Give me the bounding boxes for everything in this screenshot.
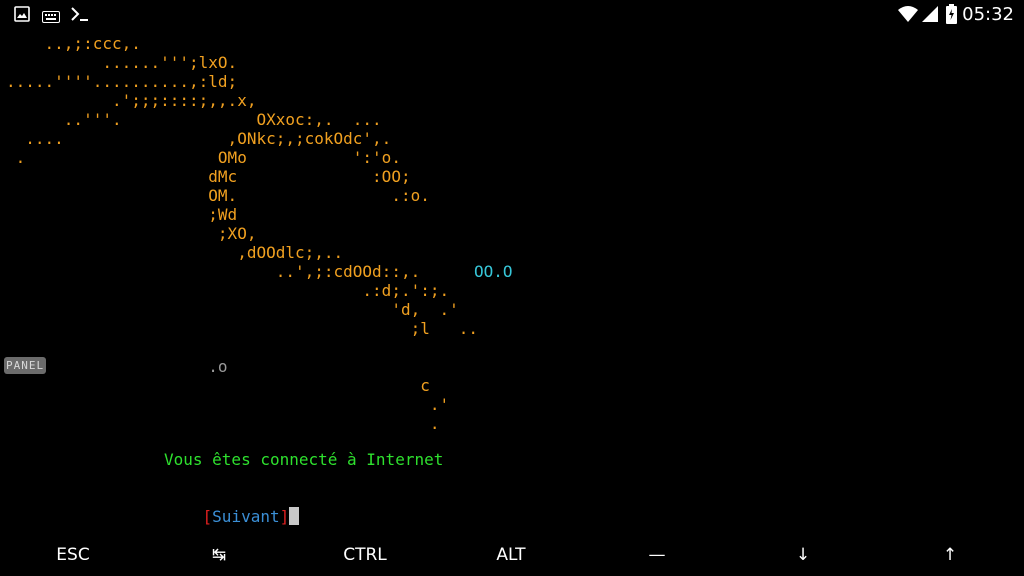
ascii-line: .:d;.':;.	[6, 281, 450, 300]
terminal-screen[interactable]: ..,;:ccc,. ......''';lxO. .....''''.....…	[0, 30, 1024, 535]
terminal-icon	[70, 5, 90, 27]
ascii-line: ..'''. OXxoc:,. ...	[6, 110, 382, 129]
signal-icon	[922, 6, 938, 26]
ascii-line: . OMo ':'o.	[6, 148, 401, 167]
ascii-line: ;l ..	[6, 319, 479, 338]
ascii-line: .	[6, 414, 440, 433]
battery-icon	[946, 4, 957, 28]
ascii-line: c	[6, 376, 430, 395]
wifi-icon	[898, 6, 918, 26]
extra-keys-bar: ESC ↹ CTRL ALT — ↓ ↑	[0, 535, 1024, 576]
ascii-line: ,dOOdlc;,..	[6, 243, 344, 262]
ascii-line: .'	[6, 395, 450, 414]
up-arrow-key[interactable]: ↑	[877, 535, 1023, 576]
connection-message: Vous êtes connecté à Internet	[164, 450, 444, 469]
bracket-close: ]	[279, 507, 290, 526]
ascii-line: ......''';lxO.	[6, 53, 238, 72]
ascii-line: OM. .:o.	[6, 186, 430, 205]
status-bar: 05:32	[0, 0, 1024, 30]
tab-key[interactable]: ↹	[146, 535, 292, 576]
ascii-line: ..',;:cdOOd::,.	[6, 262, 421, 281]
esc-key[interactable]: ESC	[0, 535, 146, 576]
down-arrow-key[interactable]: ↓	[730, 535, 876, 576]
next-label[interactable]: Suivant	[212, 507, 279, 526]
ascii-line: dMc :OO;	[6, 167, 411, 186]
ascii-line: ;XO,	[6, 224, 257, 243]
ctrl-key[interactable]: CTRL	[292, 535, 438, 576]
dash-key[interactable]: —	[584, 535, 730, 576]
ascii-line: .o	[6, 357, 228, 376]
cyan-text: OO.O	[474, 262, 513, 281]
ascii-line: ;Wd	[6, 205, 238, 224]
ascii-line: .... ,ONkc;,;cokOdc',.	[6, 129, 392, 148]
ascii-line: ..,;:ccc,.	[6, 34, 141, 53]
ascii-line: .....''''..........,:ld;	[6, 72, 238, 91]
keyboard-icon	[42, 8, 60, 27]
image-icon	[14, 6, 30, 26]
alt-key[interactable]: ALT	[438, 535, 584, 576]
text-cursor	[289, 507, 300, 525]
ascii-line: .';;;::::;,,.x,	[6, 91, 257, 110]
clock: 05:32	[962, 4, 1014, 25]
ascii-line: 'd, .'	[6, 300, 459, 319]
bracket-open: [	[202, 507, 213, 526]
